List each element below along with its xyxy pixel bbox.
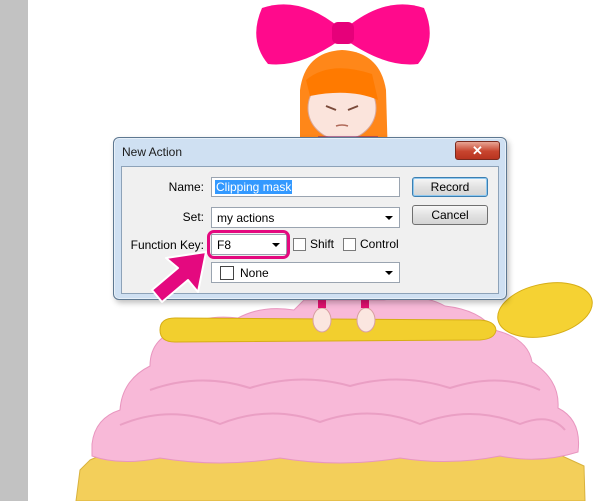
color-select[interactable]: None (211, 262, 400, 283)
set-dropdown-arrow-icon (385, 216, 393, 220)
close-button[interactable]: ✕ (455, 141, 500, 160)
color-swatch (220, 266, 234, 280)
record-button[interactable]: Record (412, 177, 488, 197)
close-icon: ✕ (472, 143, 483, 158)
set-select[interactable]: my actions (211, 207, 400, 228)
dialog-titlebar: New Action ✕ (114, 138, 506, 164)
color-select-value: None (240, 266, 269, 280)
control-checkbox-label: Control (360, 237, 399, 251)
name-label: Name: (168, 180, 204, 194)
shift-checkbox[interactable]: Shift (293, 237, 334, 251)
control-checkbox[interactable]: Control (343, 237, 399, 251)
name-input[interactable]: Clipping mask (211, 177, 400, 197)
control-checkbox-box (343, 237, 356, 251)
function-key-highlight (207, 230, 290, 259)
canvas-gutter (0, 0, 28, 501)
set-select-value: my actions (217, 211, 275, 225)
color-dropdown-arrow-icon (385, 271, 393, 275)
cancel-button[interactable]: Cancel (412, 205, 488, 225)
name-input-value: Clipping mask (215, 180, 293, 194)
shift-checkbox-box (293, 237, 306, 251)
pointer-arrow-icon (151, 251, 207, 303)
set-label: Set: (182, 210, 204, 224)
dialog-title: New Action (122, 145, 183, 159)
shift-checkbox-label: Shift (310, 237, 335, 251)
